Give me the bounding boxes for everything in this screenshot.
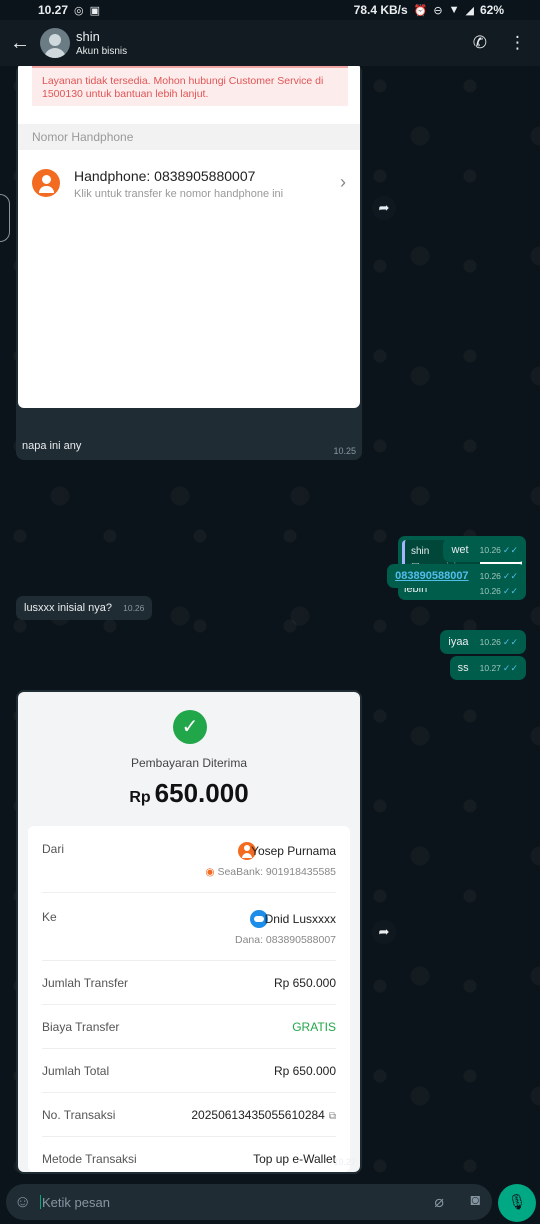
message-time: 10.26 bbox=[479, 545, 501, 555]
message-composer: ☺ Ketik pesan ⌀ ◙ 🎙 bbox=[0, 1180, 540, 1224]
message-text: lusxxx inisial nya? bbox=[24, 602, 113, 614]
image-message-1[interactable]: Layanan tidak tersedia. Mohon hubungi Cu… bbox=[16, 66, 362, 460]
forward-icon[interactable]: ➦ bbox=[372, 196, 396, 220]
screenshot-image: Layanan tidak tersedia. Mohon hubungi Cu… bbox=[18, 66, 360, 408]
read-ticks-icon: ✓✓ bbox=[502, 571, 518, 581]
camera-icon[interactable]: ◙ bbox=[470, 1192, 480, 1210]
sender-bank: ◉ SeaBank: 901918435585 bbox=[205, 866, 336, 878]
message-text: ss bbox=[457, 662, 469, 674]
message-time: 10.27 bbox=[479, 663, 501, 673]
read-ticks-icon: ✓✓ bbox=[502, 663, 518, 673]
phone-link[interactable]: 083890588007 bbox=[395, 570, 468, 582]
message-input[interactable]: Ketik pesan bbox=[40, 1195, 110, 1210]
message-input-field[interactable]: ☺ Ketik pesan ⌀ ◙ bbox=[6, 1184, 492, 1220]
contact-subtitle: Akun bisnis bbox=[76, 46, 128, 57]
add-call-icon[interactable]: ✆ bbox=[473, 33, 487, 53]
quoted-sender: shin bbox=[411, 546, 430, 557]
outgoing-message[interactable]: wet 10.26 ✓✓ bbox=[443, 538, 526, 562]
image-message-2[interactable]: ✓ Pembayaran Diterima Rp 650.000 Dari Yos… bbox=[16, 690, 362, 1174]
network-speed: 78.4 KB/s bbox=[353, 3, 408, 17]
divider bbox=[42, 960, 336, 961]
divider bbox=[42, 1136, 336, 1137]
message-time: 10.26 bbox=[123, 603, 145, 613]
emoji-icon[interactable]: ☺ bbox=[14, 1192, 31, 1212]
mic-icon: 🎙 bbox=[507, 1194, 527, 1211]
incoming-message[interactable]: lusxxx inisial nya? 10.26 bbox=[16, 596, 153, 620]
message-time: 10.26 bbox=[479, 571, 501, 581]
copy-icon: ⧉ bbox=[328, 1111, 336, 1122]
alarm-icon: ⏰ bbox=[413, 4, 428, 17]
receipt-details: Dari Yosep Purnama ◉ SeaBank: 9019184355… bbox=[28, 826, 350, 1172]
image-caption: napa ini any bbox=[22, 440, 82, 452]
person-icon bbox=[32, 169, 60, 197]
payment-receipt-image: ✓ Pembayaran Diterima Rp 650.000 Dari Yos… bbox=[18, 692, 360, 1172]
check-icon: ✓ bbox=[173, 710, 207, 744]
chat-area[interactable]: Layanan tidak tersedia. Mohon hubungi Cu… bbox=[0, 66, 540, 1180]
recipient-bank: Dana: 083890588007 bbox=[234, 934, 336, 946]
outgoing-message[interactable]: 083890588007 10.26 ✓✓ bbox=[387, 564, 526, 588]
mic-button[interactable]: 🎙 bbox=[498, 1184, 536, 1222]
chevron-right-icon: › bbox=[340, 172, 346, 192]
message-text: iyaa bbox=[448, 636, 469, 648]
read-ticks-icon: ✓✓ bbox=[502, 637, 518, 647]
wifi-icon: ▼ bbox=[448, 4, 460, 16]
contact-avatar[interactable] bbox=[40, 28, 70, 58]
attach-icon[interactable]: ⌀ bbox=[434, 1192, 444, 1212]
recipient-name: Dnid Lusxxxx bbox=[264, 912, 336, 926]
outgoing-message[interactable]: ss 10.27 ✓✓ bbox=[449, 656, 526, 680]
handphone-row: Handphone: 0838905880007 Klik untuk tran… bbox=[18, 154, 360, 210]
outgoing-message[interactable]: iyaa 10.26 ✓✓ bbox=[440, 630, 526, 654]
battery-level: 62% bbox=[479, 3, 504, 17]
receipt-title: Pembayaran Diterima bbox=[130, 756, 248, 770]
message-time: 10.26 bbox=[479, 637, 501, 647]
contact-name: shin bbox=[76, 29, 100, 44]
message-text: wet bbox=[451, 544, 469, 556]
divider bbox=[42, 1004, 336, 1005]
handphone-subtitle: Klik untuk transfer ke nomor handphone i… bbox=[74, 188, 284, 200]
receipt-amount: Rp 650.000 bbox=[129, 778, 249, 808]
handphone-title: Handphone: 0838905880007 bbox=[74, 168, 256, 184]
text-cursor bbox=[40, 1195, 41, 1209]
error-notice: Layanan tidak tersedia. Mohon hubungi Cu… bbox=[32, 66, 348, 106]
dnd-icon: ⊖ bbox=[433, 4, 443, 17]
forward-icon[interactable]: ➦ bbox=[372, 920, 396, 944]
status-bar: 10.27 ◎ ▣ 78.4 KB/s ⏰ ⊖ ▼ ◢ 62% bbox=[0, 0, 540, 20]
section-label: Nomor Handphone bbox=[18, 124, 360, 150]
edge-panel-handle[interactable] bbox=[0, 194, 10, 242]
contact-info[interactable]: shin Akun bisnis bbox=[76, 29, 127, 57]
chat-header: ← shin Akun bisnis ✆ ⋮ bbox=[0, 20, 540, 66]
status-time: 10.27 bbox=[38, 3, 69, 17]
gallery-notification-icon: ▣ bbox=[89, 4, 101, 17]
whatsapp-notification-icon: ◎ bbox=[74, 4, 84, 17]
message-time: 10.27 bbox=[333, 1157, 356, 1167]
message-time: 10.25 bbox=[333, 446, 356, 456]
sender-name: Yosep Purnama bbox=[251, 844, 336, 858]
divider bbox=[42, 1092, 336, 1093]
read-ticks-icon: ✓✓ bbox=[502, 545, 518, 555]
more-options-icon[interactable]: ⋮ bbox=[509, 33, 526, 53]
seabank-icon: ◉ bbox=[205, 866, 218, 878]
divider bbox=[42, 892, 336, 893]
back-arrow-icon[interactable]: ← bbox=[10, 32, 32, 55]
signal-icon: ◢ bbox=[465, 4, 474, 17]
divider bbox=[42, 1048, 336, 1049]
